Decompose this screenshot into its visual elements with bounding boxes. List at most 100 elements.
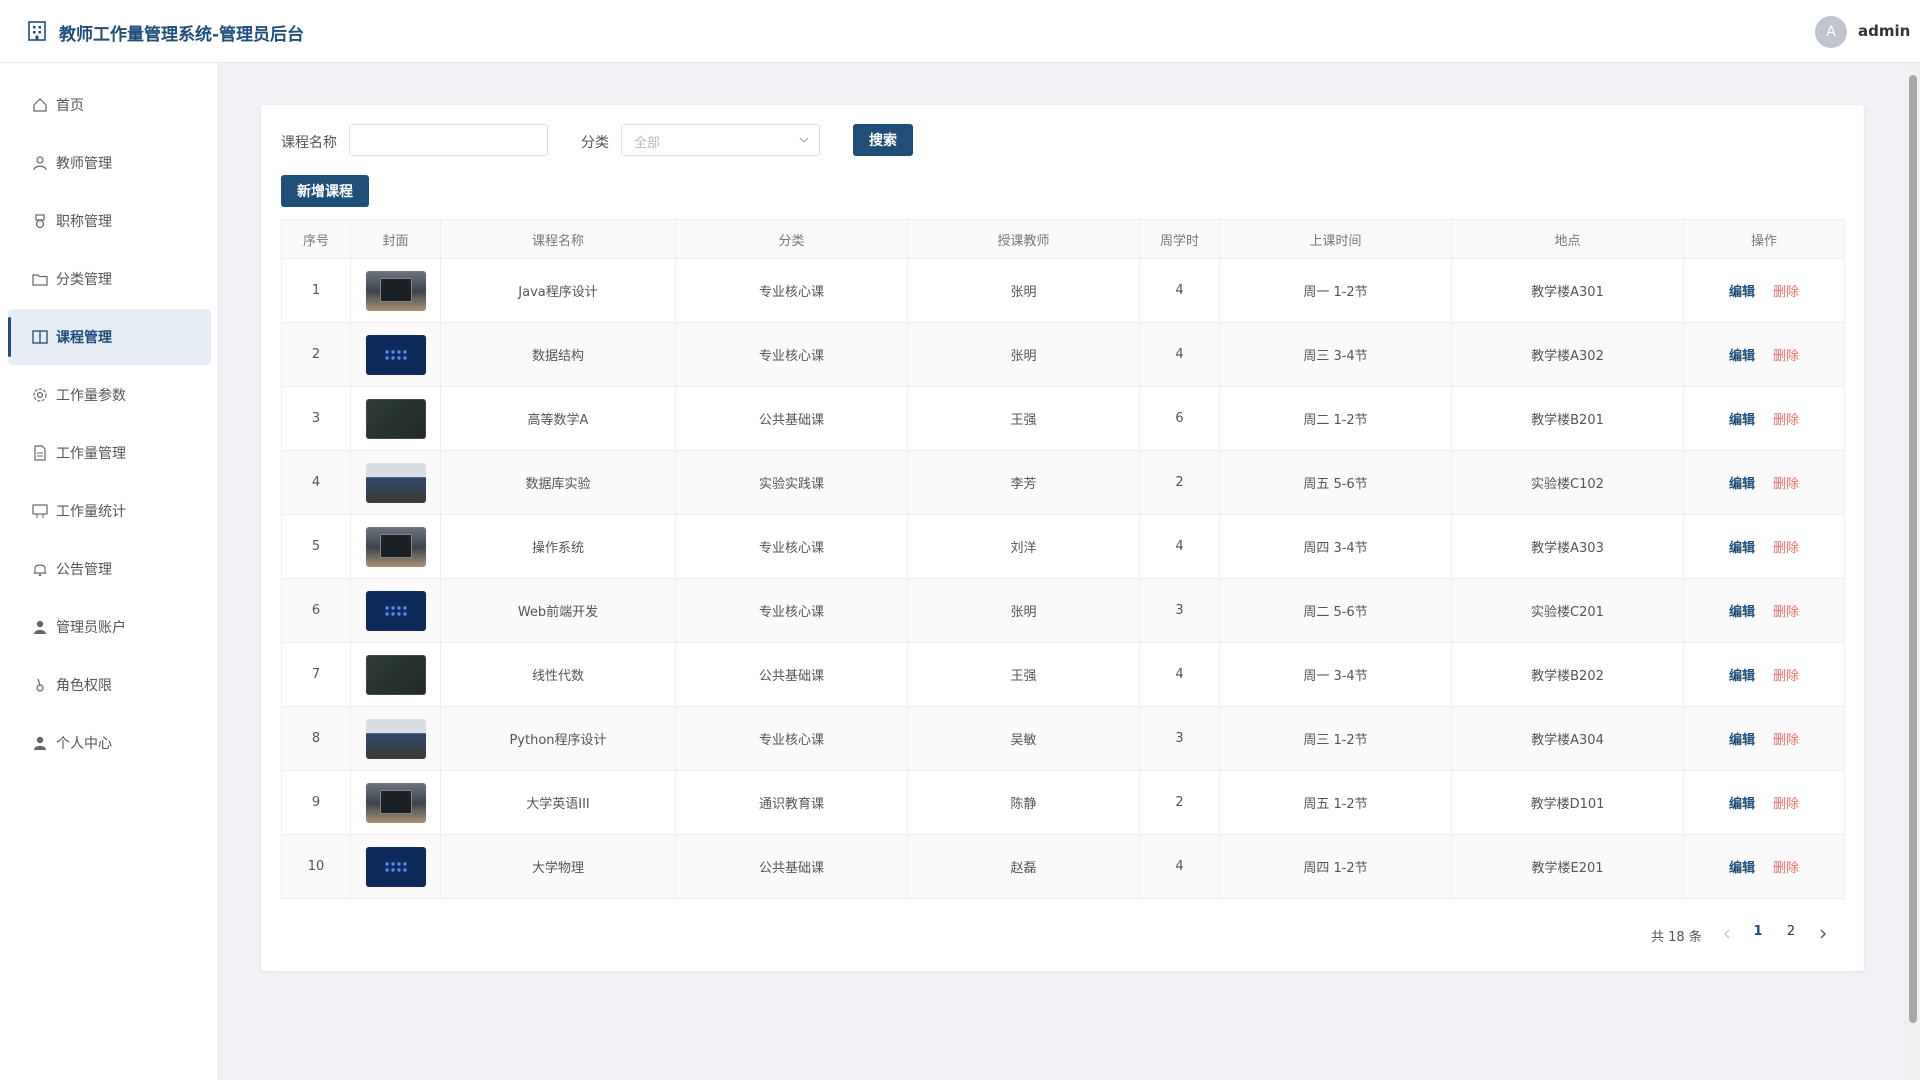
course-name-input[interactable]: [349, 124, 548, 156]
course-cover-image: [365, 718, 426, 759]
prev-page-icon[interactable]: [1721, 928, 1733, 940]
edit-button[interactable]: 编辑: [1729, 477, 1755, 492]
cover-cell: [350, 450, 441, 515]
edit-button[interactable]: 编辑: [1729, 669, 1755, 684]
edit-button[interactable]: 编辑: [1729, 861, 1755, 876]
row-actions: 编辑 删除: [1683, 514, 1845, 579]
delete-button[interactable]: 删除: [1773, 477, 1799, 492]
cover-cell: [350, 770, 441, 835]
row-actions: 编辑 删除: [1683, 450, 1845, 515]
sidebar-item[interactable]: 管理员账户: [8, 599, 211, 655]
course-name: 大学物理: [440, 834, 676, 899]
search-button[interactable]: 搜索: [853, 124, 913, 156]
class-place: 教学楼A304: [1451, 706, 1684, 771]
sidebar-item[interactable]: 工作量统计: [8, 483, 211, 539]
weekly-hours: 4: [1139, 322, 1220, 387]
sidebar-item-label: 分类管理: [56, 272, 112, 288]
edit-button[interactable]: 编辑: [1729, 285, 1755, 300]
sidebar-item[interactable]: 角色权限: [8, 657, 211, 713]
cover-cell: [350, 642, 441, 707]
cover-cell: [350, 578, 441, 643]
delete-button[interactable]: 删除: [1773, 349, 1799, 364]
course-teacher: 李芳: [907, 450, 1140, 515]
delete-button[interactable]: 删除: [1773, 669, 1799, 684]
course-cover-image: [365, 398, 426, 439]
cover-cell: [350, 706, 441, 771]
edit-button[interactable]: 编辑: [1729, 797, 1755, 812]
key-icon: [36, 678, 44, 692]
course-category: 通识教育课: [675, 770, 908, 835]
class-time: 周五 1-2节: [1219, 770, 1452, 835]
delete-button[interactable]: 删除: [1773, 605, 1799, 620]
course-name: 高等数学A: [440, 386, 676, 451]
sidebar-item[interactable]: 课程管理: [8, 309, 211, 365]
row-number: 4: [281, 450, 351, 515]
sidebar-item[interactable]: 公告管理: [8, 541, 211, 597]
sidebar-item[interactable]: 首页: [8, 77, 211, 133]
edit-button[interactable]: 编辑: [1729, 349, 1755, 364]
category-select-value: 全部: [634, 136, 661, 151]
table-row: 2 数据结构 专业核心课 张明 4 周三 3-4节 教学楼A302 编辑 删除: [281, 322, 1845, 387]
next-page-icon[interactable]: [1817, 928, 1829, 940]
add-course-button[interactable]: 新增课程: [281, 175, 369, 207]
class-time: 周五 5-6节: [1219, 450, 1452, 515]
table-row: 6 Web前端开发 专业核心课 张明 3 周二 5-6节 实验楼C201 编辑 删除: [281, 578, 1845, 643]
class-place: 教学楼B201: [1451, 386, 1684, 451]
scrollbar-thumb[interactable]: [1909, 75, 1917, 1023]
weekly-hours: 4: [1139, 834, 1220, 899]
delete-button[interactable]: 删除: [1773, 861, 1799, 876]
class-place: 教学楼D101: [1451, 770, 1684, 835]
chevron-down-icon: [799, 137, 809, 143]
scrollbar[interactable]: [1906, 63, 1920, 1080]
class-place: 教学楼A303: [1451, 514, 1684, 579]
course-category: 专业核心课: [675, 706, 908, 771]
edit-button[interactable]: 编辑: [1729, 733, 1755, 748]
course-category: 专业核心课: [675, 258, 908, 323]
class-place: 实验楼C102: [1451, 450, 1684, 515]
sidebar-item[interactable]: 分类管理: [8, 251, 211, 307]
sidebar-item[interactable]: 职称管理: [8, 193, 211, 249]
page-1-button[interactable]: 1: [1748, 924, 1768, 939]
username[interactable]: admin: [1858, 22, 1910, 40]
category-select[interactable]: 全部: [621, 124, 820, 156]
delete-button[interactable]: 删除: [1773, 797, 1799, 812]
edit-button[interactable]: 编辑: [1729, 541, 1755, 556]
row-actions: 编辑 删除: [1683, 770, 1845, 835]
user-filled-icon: [34, 736, 46, 750]
avatar[interactable]: A: [1815, 16, 1847, 48]
sidebar-item-label: 管理员账户: [56, 620, 126, 636]
table-row: 7 线性代数 公共基础课 王强 4 周一 3-4节 教学楼B202 编辑 删除: [281, 642, 1845, 707]
edit-button[interactable]: 编辑: [1729, 605, 1755, 620]
medal-icon: [35, 214, 45, 229]
book-icon: [32, 330, 48, 344]
column-header: 操作: [1683, 219, 1845, 259]
page-2-button[interactable]: 2: [1781, 924, 1801, 939]
course-name-label: 课程名称: [281, 135, 337, 151]
sidebar-item[interactable]: 工作量管理: [8, 425, 211, 481]
sidebar-item-label: 工作量参数: [56, 388, 126, 404]
course-teacher: 陈静: [907, 770, 1140, 835]
column-header: 地点: [1451, 219, 1684, 259]
course-category: 专业核心课: [675, 578, 908, 643]
sidebar-item[interactable]: 教师管理: [8, 135, 211, 191]
delete-button[interactable]: 删除: [1773, 413, 1799, 428]
course-teacher: 王强: [907, 386, 1140, 451]
row-number: 7: [281, 642, 351, 707]
class-time: 周四 3-4节: [1219, 514, 1452, 579]
delete-button[interactable]: 删除: [1773, 541, 1799, 556]
course-name: 数据结构: [440, 322, 676, 387]
row-number: 8: [281, 706, 351, 771]
delete-button[interactable]: 删除: [1773, 285, 1799, 300]
sidebar-item-label: 工作量管理: [56, 446, 126, 462]
edit-button[interactable]: 编辑: [1729, 413, 1755, 428]
row-number: 9: [281, 770, 351, 835]
row-actions: 编辑 删除: [1683, 706, 1845, 771]
delete-button[interactable]: 删除: [1773, 733, 1799, 748]
sidebar-item-label: 工作量统计: [56, 504, 126, 520]
category-label: 分类: [581, 135, 609, 151]
column-header: 封面: [350, 219, 441, 259]
table-row: 9 大学英语III 通识教育课 陈静 2 周五 1-2节 教学楼D101 编辑 删除: [281, 770, 1845, 835]
course-name: Java程序设计: [440, 258, 676, 323]
sidebar-item[interactable]: 个人中心: [8, 715, 211, 771]
sidebar-item[interactable]: 工作量参数: [8, 367, 211, 423]
